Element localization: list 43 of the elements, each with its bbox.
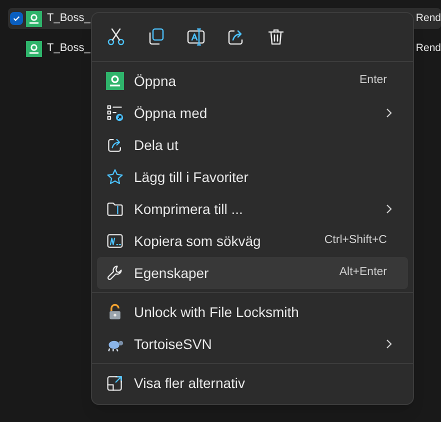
menu-label: Dela ut — [134, 136, 178, 154]
file-name: T_Boss_ — [47, 41, 90, 56]
folder-icon — [106, 200, 124, 218]
path-icon — [106, 232, 124, 250]
app-icon — [106, 72, 124, 90]
menu-item[interactable]: Unlock with File Locksmith — [97, 296, 408, 328]
open-with-icon — [106, 104, 124, 122]
menu-item[interactable]: Öppna Enter — [97, 65, 408, 97]
file-row[interactable]: T_Boss_ Rend — [8, 38, 441, 59]
menu-label: Kopiera som sökväg — [134, 232, 261, 251]
app-icon — [26, 10, 42, 26]
checkbox[interactable] — [10, 12, 23, 25]
menu-item[interactable]: Visa fler alternativ — [97, 367, 408, 399]
menu-label: TortoiseSVN — [134, 334, 212, 354]
menu-item[interactable]: Komprimera till ... — [97, 193, 408, 225]
file-type: Rend — [416, 10, 441, 26]
app-icon — [26, 40, 42, 56]
wrench-icon — [106, 264, 124, 282]
trash-icon[interactable] — [266, 27, 286, 47]
check-icon — [12, 14, 21, 23]
menu-item[interactable]: Lägg till i Favoriter — [97, 161, 408, 193]
menu-label: Visa fler alternativ — [134, 374, 246, 392]
shortcut-label: Enter — [360, 73, 387, 88]
star-icon — [106, 168, 124, 186]
menu-label: Egenskaper — [134, 264, 209, 283]
menu-item[interactable]: Dela ut — [97, 129, 408, 161]
menu-label: Unlock with File Locksmith — [134, 302, 299, 322]
shortcut-label: Ctrl+Shift+C — [324, 233, 387, 248]
menu-label: Öppna — [134, 72, 176, 91]
rename-icon[interactable] — [186, 27, 206, 47]
menu-item[interactable]: Kopiera som sökväg Ctrl+Shift+C — [97, 225, 408, 257]
menu-label: Öppna med — [134, 104, 208, 123]
scissors-icon[interactable] — [106, 27, 126, 47]
share-icon — [106, 136, 124, 154]
expand-icon — [106, 374, 124, 392]
file-type: Rend — [416, 40, 441, 56]
menu-item[interactable]: TortoiseSVN — [97, 328, 408, 360]
shortcut-label: Alt+Enter — [339, 265, 387, 280]
menu-label: Lägg till i Favoriter — [134, 168, 248, 187]
menu-item[interactable]: Egenskaper Alt+Enter — [97, 257, 408, 289]
menu-item[interactable]: Öppna med — [97, 97, 408, 129]
file-name: T_Boss_ — [47, 11, 90, 26]
menu-label: Komprimera till ... — [134, 200, 243, 219]
